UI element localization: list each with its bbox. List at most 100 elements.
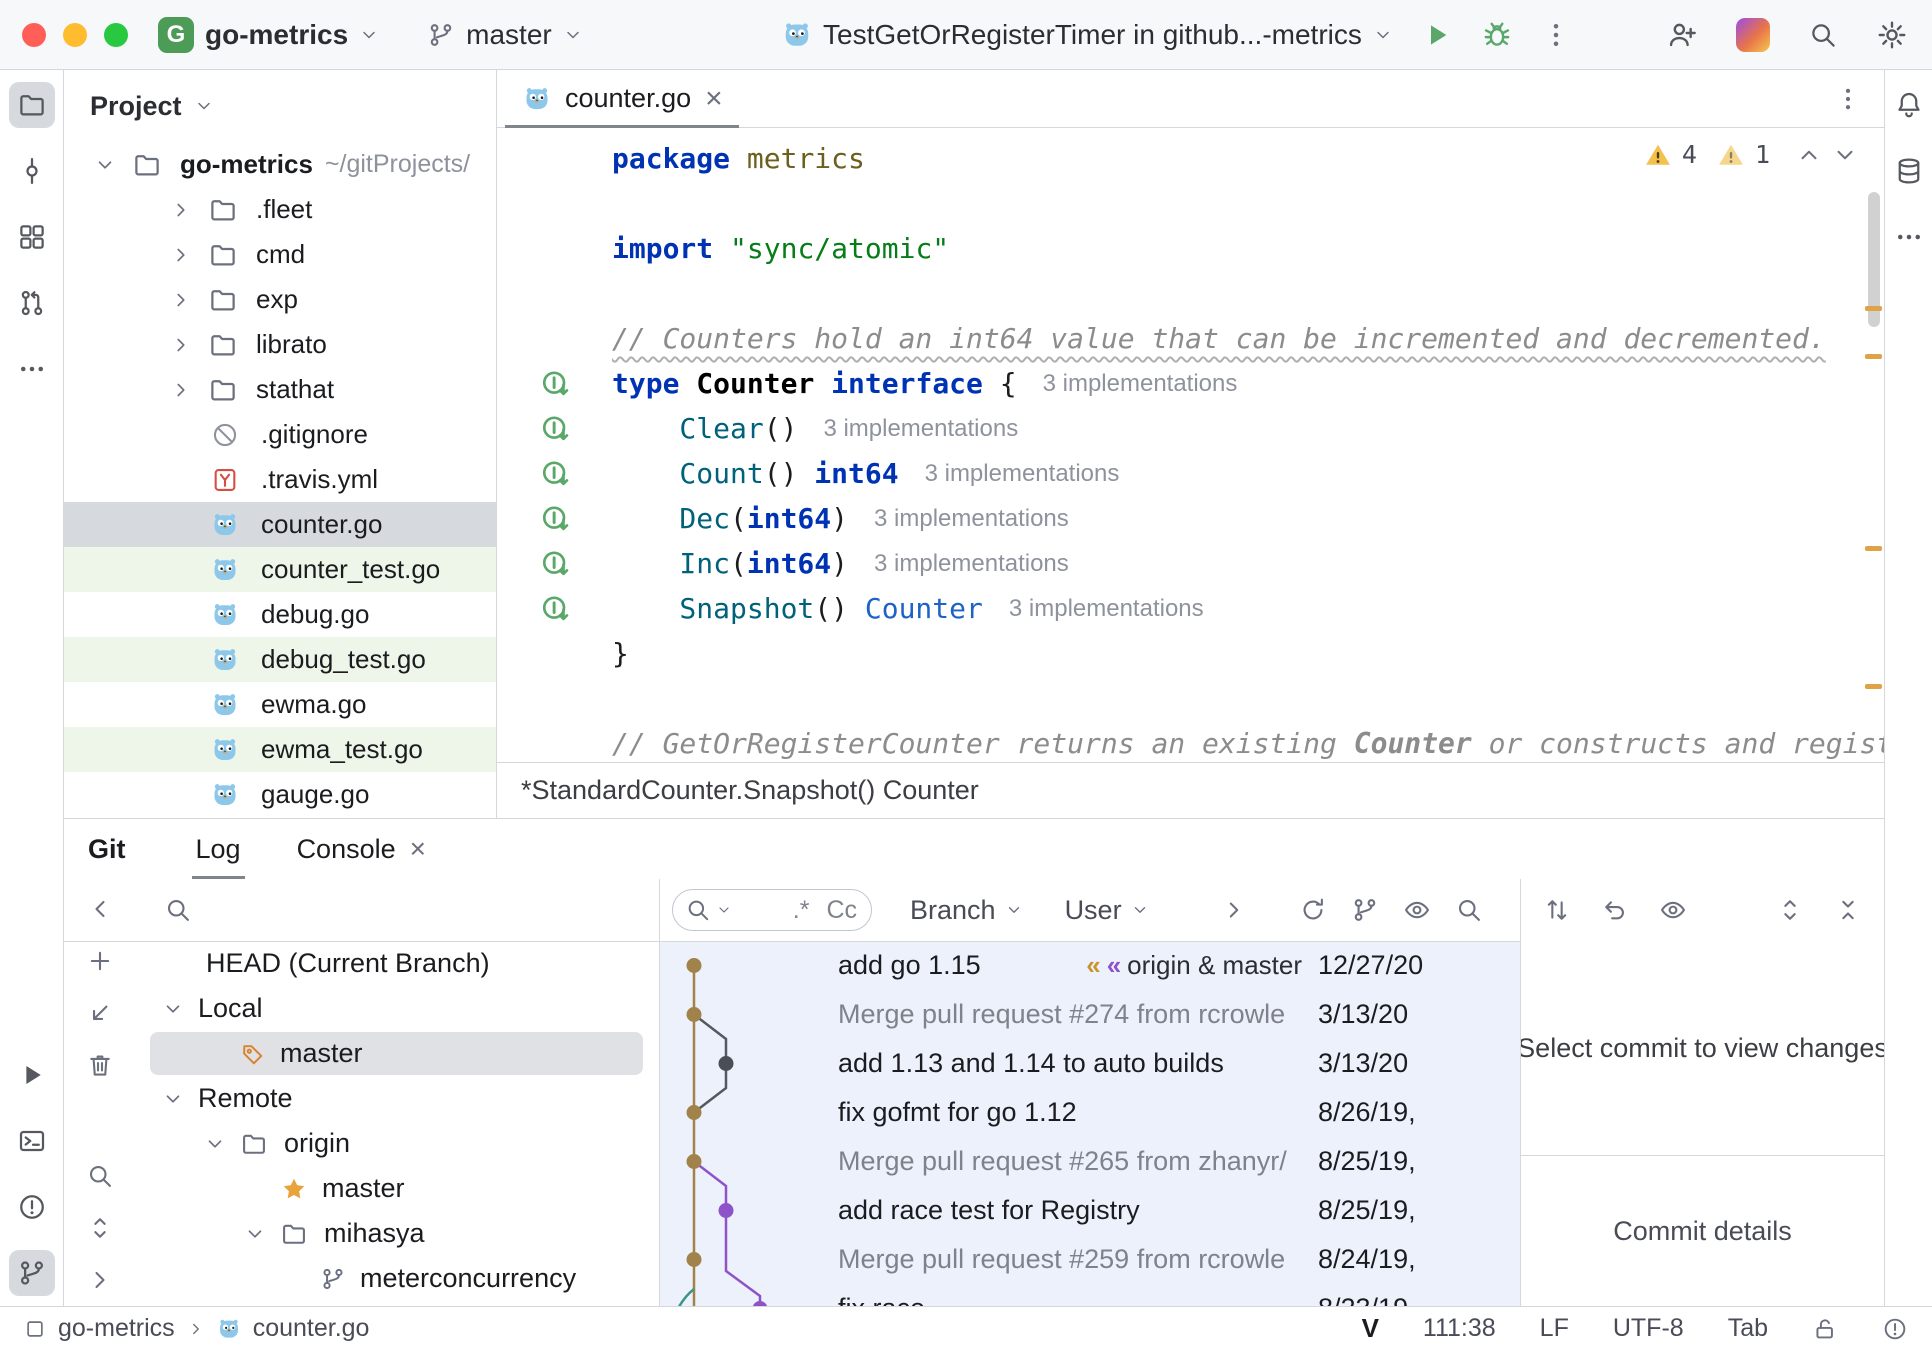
chevron-down-icon[interactable] [242, 1221, 268, 1247]
implementations-gutter-icon[interactable] [540, 458, 572, 490]
warning-stripe-mark[interactable] [1865, 306, 1882, 311]
chevron-right-icon[interactable] [168, 377, 194, 403]
commit-row[interactable]: fix race 8/23/19, [660, 1284, 1520, 1306]
tree-row-folder[interactable]: .fleet [64, 187, 496, 232]
project-widget[interactable]: G go-metrics [158, 17, 379, 53]
commit-row[interactable]: Merge pull request #259 from rcrowle 8/2… [660, 1235, 1520, 1284]
pull-requests-tool-button[interactable] [9, 280, 55, 326]
implementations-inlay[interactable]: 3 implementations [874, 550, 1069, 578]
previous-problem-button[interactable] [1796, 142, 1822, 168]
commit-row[interactable]: Merge pull request #274 from rcrowle 3/1… [660, 990, 1520, 1039]
tree-row-folder[interactable]: stathat [64, 367, 496, 412]
implementations-gutter-icon[interactable] [540, 368, 572, 400]
graph-options-button[interactable] [1351, 896, 1379, 924]
add-branch-button[interactable] [86, 947, 114, 975]
readonly-lock-icon[interactable] [1812, 1316, 1838, 1342]
tree-row-file[interactable]: gauge.go [64, 772, 496, 817]
vim-mode-widget[interactable]: V [1362, 1313, 1379, 1344]
editor-tab-counter-go[interactable]: counter.go × [497, 70, 747, 128]
commit-row[interactable]: add 1.13 and 1.14 to auto builds 3/13/20 [660, 1039, 1520, 1088]
commit-row[interactable]: Merge pull request #265 from zhanyr/ 8/2… [660, 1137, 1520, 1186]
notifications-button[interactable] [1886, 82, 1932, 128]
branch-row-meterconcurrency[interactable]: meterconcurrency [136, 1256, 659, 1301]
expand-all-button[interactable] [1776, 896, 1804, 924]
project-panel-header[interactable]: Project [64, 70, 496, 142]
branch-group-remote[interactable]: Remote [136, 1076, 659, 1121]
indent-widget[interactable]: Tab [1728, 1314, 1768, 1343]
git-tool-button[interactable] [9, 1250, 55, 1296]
more-right-tools-button[interactable] [1886, 214, 1932, 260]
code-area[interactable]: package metrics import "sync/atomic" // … [497, 128, 1884, 762]
run-config-selector[interactable]: TestGetOrRegisterTimer in github...-metr… [782, 19, 1393, 51]
close-tab-icon[interactable]: × [410, 833, 426, 865]
encoding-widget[interactable]: UTF-8 [1613, 1314, 1684, 1343]
settings-button[interactable] [1876, 19, 1908, 51]
close-tab-icon[interactable]: × [705, 84, 723, 114]
database-tool-button[interactable] [1886, 148, 1932, 194]
compare-button[interactable] [1543, 896, 1571, 924]
branch-filter[interactable]: Branch [910, 895, 1023, 926]
close-button[interactable] [22, 23, 46, 47]
commit-search-field[interactable]: .* Cc [672, 889, 872, 931]
tree-row-file[interactable]: ewma_test.go [64, 727, 496, 772]
more-filters-button[interactable] [1221, 897, 1247, 923]
branch-group-mihasya[interactable]: mihasya [136, 1211, 659, 1256]
branch-group-local[interactable]: Local [136, 986, 659, 1031]
chevron-down-icon[interactable] [92, 152, 118, 178]
tree-row-folder[interactable]: exp [64, 277, 496, 322]
chevron-right-icon[interactable] [168, 242, 194, 268]
chevron-right-icon[interactable] [168, 332, 194, 358]
delete-branch-button[interactable] [86, 1051, 114, 1079]
branch-row-local-master[interactable]: master [136, 1031, 659, 1076]
structure-tool-button[interactable] [9, 214, 55, 260]
commit-tool-button[interactable] [9, 148, 55, 194]
debug-button[interactable] [1481, 19, 1513, 51]
tree-row-file[interactable]: ewma.go [64, 682, 496, 727]
chevron-down-icon[interactable] [160, 996, 186, 1022]
next-problem-button[interactable] [1832, 142, 1858, 168]
caret-position-widget[interactable]: 111:38 [1423, 1314, 1496, 1343]
branch-row-head[interactable]: HEAD (Current Branch) [136, 941, 659, 986]
warning-stripe-mark[interactable] [1865, 684, 1882, 689]
implementations-gutter-icon[interactable] [540, 503, 572, 535]
branch-row-remote-master[interactable]: master [136, 1166, 659, 1211]
breadcrumb-file[interactable]: counter.go [253, 1314, 370, 1343]
tree-row-file[interactable]: .travis.yml [64, 457, 496, 502]
chevron-down-icon[interactable] [202, 1131, 228, 1157]
implementations-inlay[interactable]: 3 implementations [925, 460, 1120, 488]
chevron-right-icon[interactable] [168, 197, 194, 223]
regex-toggle[interactable]: .* [793, 896, 810, 925]
collapse-panel-button[interactable] [86, 895, 114, 923]
tab-options-button[interactable] [1834, 85, 1862, 113]
user-filter[interactable]: User [1065, 895, 1149, 926]
commit-row[interactable]: fix gofmt for go 1.12 8/26/19, [660, 1088, 1520, 1137]
refresh-button[interactable] [1299, 896, 1327, 924]
line-separator-widget[interactable]: LF [1540, 1314, 1569, 1343]
tree-row-file[interactable]: counter_test.go [64, 547, 496, 592]
commit-list[interactable]: add go 1.15 «« origin & master 12/27/20 … [660, 941, 1520, 1306]
preview-diff-button[interactable] [1403, 896, 1431, 924]
checkout-button[interactable] [86, 999, 114, 1027]
implementations-gutter-icon[interactable] [540, 413, 572, 445]
warning-stripe-mark[interactable] [1865, 354, 1882, 359]
warning-stripe-mark[interactable] [1865, 546, 1882, 551]
run-button[interactable] [1421, 19, 1453, 51]
run-tool-button[interactable] [9, 1052, 55, 1098]
vcs-branch-widget[interactable]: master [427, 19, 583, 51]
minimize-button[interactable] [63, 23, 87, 47]
implementations-inlay[interactable]: 3 implementations [874, 505, 1069, 533]
chevron-down-icon[interactable] [160, 1086, 186, 1112]
project-tool-button[interactable] [9, 82, 55, 128]
rollback-button[interactable] [1601, 896, 1629, 924]
git-tab-log[interactable]: Log [186, 819, 251, 879]
git-tab-console[interactable]: Console × [287, 819, 436, 879]
problems-tool-button[interactable] [9, 1184, 55, 1230]
tree-row-file[interactable]: debug_test.go [64, 637, 496, 682]
tree-row-root[interactable]: go-metrics ~/gitProjects/ [64, 142, 496, 187]
tree-row-folder[interactable]: cmd [64, 232, 496, 277]
implementations-inlay[interactable]: 3 implementations [823, 415, 1018, 443]
commit-row[interactable]: add race test for Registry 8/25/19, [660, 1186, 1520, 1235]
expand-all-button[interactable] [86, 1214, 114, 1242]
preview-diff-button[interactable] [1659, 896, 1687, 924]
tree-row-file[interactable]: debug.go [64, 592, 496, 637]
